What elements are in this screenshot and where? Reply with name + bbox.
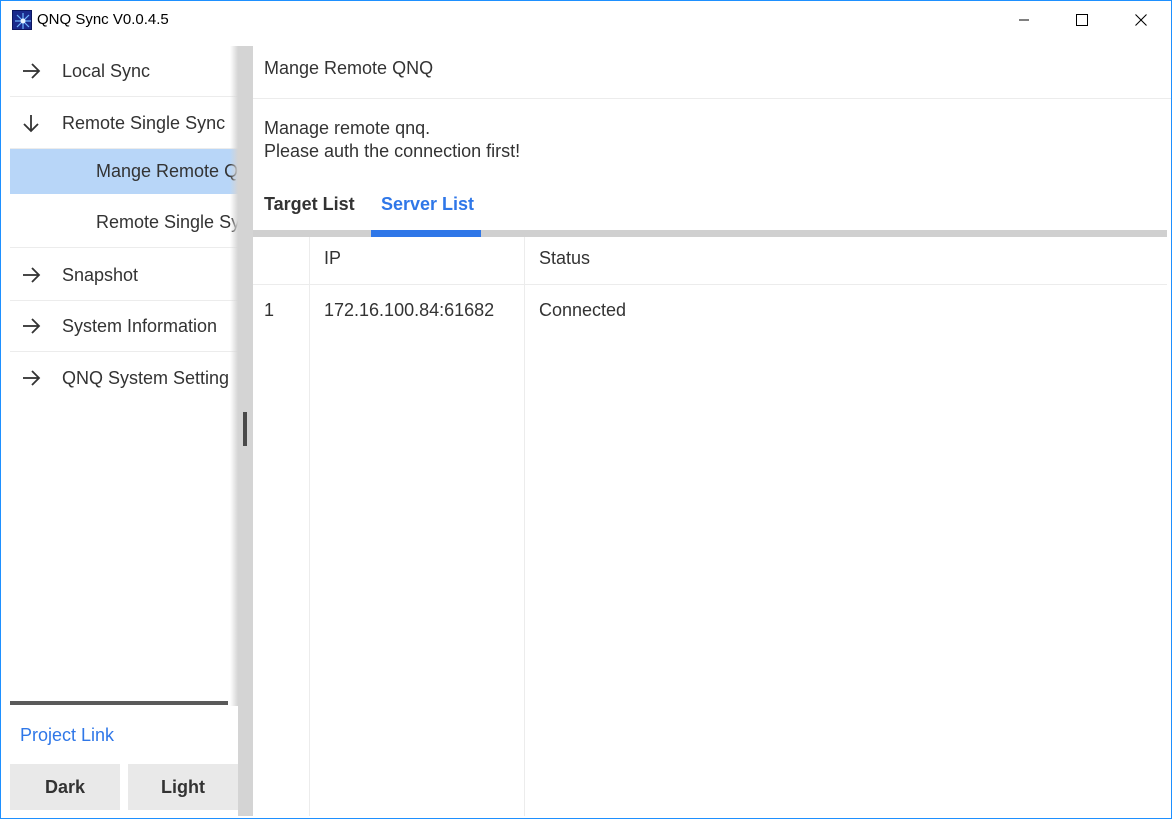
column-header-status: Status — [539, 248, 591, 268]
maximize-button[interactable] — [1053, 1, 1111, 39]
arrow-right-icon — [23, 267, 41, 283]
sidebar-item-label: Remote Single Sync — [96, 212, 238, 232]
divider — [253, 98, 1171, 99]
sidebar-item-label: System Information — [62, 316, 218, 336]
close-button[interactable] — [1112, 1, 1170, 39]
main-panel: Mange Remote QNQ Manage remote qnq. Plea… — [253, 46, 1171, 816]
row-index: 1 — [264, 300, 275, 320]
column-divider — [309, 237, 310, 816]
sidebar-item-qnq-system-setting[interactable]: QNQ System Setting — [10, 353, 238, 404]
sidebar-item-system-information[interactable]: System Information — [10, 301, 238, 352]
sidebar: Local Sync Remote Single Sync Mange Remo… — [2, 46, 238, 816]
sidebar-item-local-sync[interactable]: Local Sync — [10, 46, 238, 97]
arrow-down-icon — [23, 115, 39, 133]
app-window: QNQ Sync V0.0.4.5 Local Sync Remote Sing… — [0, 0, 1172, 819]
description-line: Manage remote qnq. — [264, 118, 431, 138]
sidebar-item-label: Mange Remote QNQ — [96, 161, 238, 181]
app-logo-icon — [12, 10, 32, 30]
splitter-handle[interactable] — [243, 412, 247, 446]
minimize-button[interactable] — [995, 1, 1053, 39]
sidebar-item-mange-remote-qnq[interactable]: Mange Remote QNQ — [10, 149, 238, 194]
description-line: Please auth the connection first! — [264, 141, 521, 161]
tab-server-list[interactable]: Server List — [381, 192, 474, 216]
close-icon — [1135, 14, 1147, 26]
arrow-right-icon — [23, 63, 41, 79]
title-bar[interactable]: QNQ Sync V0.0.4.5 — [1, 1, 1171, 39]
server-table: IP Status 1 172.16.100.84:61682 Connecte… — [253, 237, 1167, 816]
sidebar-item-snapshot[interactable]: Snapshot — [10, 250, 238, 301]
sidebar-item-label: QNQ System Setting — [62, 368, 230, 388]
light-theme-button[interactable]: Light — [128, 764, 238, 810]
header-divider — [253, 284, 1167, 285]
active-tab-indicator — [371, 230, 481, 237]
arrow-right-icon — [23, 370, 41, 386]
page-title: Mange Remote QNQ — [264, 58, 434, 78]
splitter-shadow — [230, 46, 238, 706]
column-divider — [524, 237, 525, 816]
sidebar-item-label: Snapshot — [62, 265, 139, 285]
window-title: QNQ Sync V0.0.4.5 — [37, 11, 169, 28]
tab-target-list[interactable]: Target List — [264, 192, 355, 216]
dark-theme-button[interactable]: Dark — [10, 764, 120, 810]
maximize-icon — [1076, 14, 1088, 26]
minimize-icon — [1019, 19, 1029, 21]
sidebar-item-remote-single-sync[interactable]: Remote Single Sync — [10, 98, 238, 149]
sidebar-item-label: Remote Single Sync — [62, 113, 226, 133]
sidebar-item-remote-single-sync-sub[interactable]: Remote Single Sync — [10, 197, 238, 248]
page-description: Manage remote qnq. Please auth the conne… — [264, 117, 520, 163]
row-status: Connected — [539, 300, 627, 320]
row-ip: 172.16.100.84:61682 — [324, 300, 495, 320]
project-link[interactable]: Project Link — [20, 723, 114, 747]
sidebar-item-label: Local Sync — [62, 61, 151, 81]
arrow-right-icon — [23, 318, 41, 334]
column-header-ip: IP — [324, 248, 342, 268]
sidebar-scrollbar[interactable] — [10, 701, 228, 705]
